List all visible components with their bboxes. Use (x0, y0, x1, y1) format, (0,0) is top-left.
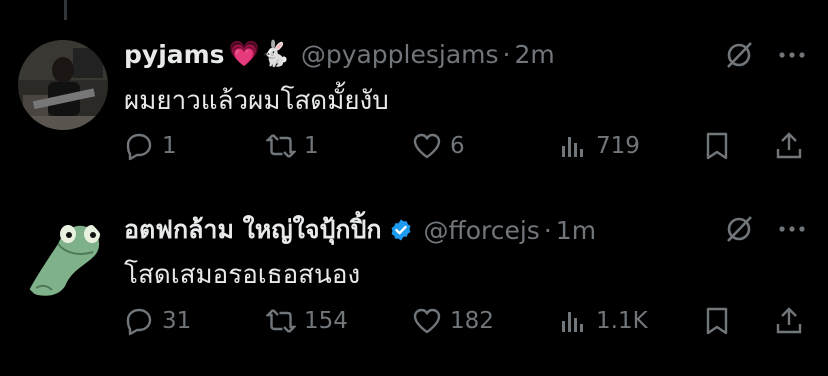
view-count: 719 (596, 133, 640, 159)
bookmark-icon (706, 307, 728, 335)
grok-icon[interactable] (724, 40, 754, 70)
views-icon (562, 312, 583, 332)
share-icon (776, 132, 802, 159)
display-name[interactable]: pyjams (124, 40, 225, 69)
reply-button[interactable]: 31 (124, 301, 191, 341)
tweet[interactable]: อตฟกล้าม ใหญ่ใจปุ้กปิ้ก @fforcejs · 1m โ… (0, 188, 828, 376)
repost-icon (266, 309, 296, 333)
tweet-header: pyjams 💗🐇 @pyapplesjams · 2m (124, 34, 555, 74)
tweet-actions: 31 154 182 1.1K (124, 301, 814, 341)
verified-badge-icon (391, 219, 411, 241)
repost-count: 1 (304, 133, 319, 159)
repost-count: 154 (304, 308, 348, 334)
timestamp[interactable]: 2m (515, 40, 555, 69)
bookmark-button[interactable] (702, 301, 732, 341)
user-handle[interactable]: @pyapplesjams (301, 40, 499, 69)
grok-icon[interactable] (724, 214, 754, 244)
like-count: 182 (450, 308, 494, 334)
tweet-text: ผมยาวแล้วผมโสดมั้ยงับ (124, 86, 389, 116)
share-button[interactable] (774, 126, 804, 166)
tweet-actions: 1 1 6 719 (124, 126, 814, 166)
separator-dot: · (502, 39, 511, 69)
repost-button[interactable]: 154 (266, 301, 348, 341)
like-button[interactable]: 6 (412, 126, 465, 166)
views-icon (562, 137, 583, 157)
bookmark-icon (706, 132, 728, 160)
bookmark-button[interactable] (702, 126, 732, 166)
timestamp[interactable]: 1m (556, 216, 596, 245)
separator-dot: · (543, 215, 552, 245)
like-icon (413, 308, 441, 334)
name-emoji: 💗🐇 (228, 39, 291, 68)
user-handle[interactable]: @fforcejs (423, 216, 539, 245)
share-button[interactable] (774, 301, 804, 341)
tweet[interactable]: pyjams 💗🐇 @pyapplesjams · 2m ผมยาวแล้วผม… (0, 0, 828, 188)
like-icon (413, 133, 441, 159)
tweet-header: อตฟกล้าม ใหญ่ใจปุ้กปิ้ก @fforcejs · 1m (124, 210, 596, 250)
like-button[interactable]: 182 (412, 301, 494, 341)
reply-icon (126, 133, 152, 161)
views-button[interactable]: 719 (558, 126, 640, 166)
reply-icon (126, 308, 152, 336)
share-icon (776, 307, 802, 334)
more-icon[interactable] (776, 214, 808, 244)
reply-count: 1 (162, 133, 177, 159)
views-button[interactable]: 1.1K (558, 301, 648, 341)
avatar[interactable] (18, 214, 108, 304)
reply-count: 31 (162, 308, 192, 334)
avatar[interactable] (18, 40, 108, 130)
view-count: 1.1K (596, 308, 648, 334)
like-count: 6 (450, 133, 465, 159)
repost-button[interactable]: 1 (266, 126, 319, 166)
more-icon[interactable] (776, 40, 808, 70)
reply-button[interactable]: 1 (124, 126, 177, 166)
repost-icon (266, 134, 296, 158)
display-name[interactable]: อตฟกล้าม ใหญ่ใจปุ้กปิ้ก (124, 210, 381, 250)
tweet-text: โสดเสมอรอเธอสนอง (124, 260, 361, 290)
